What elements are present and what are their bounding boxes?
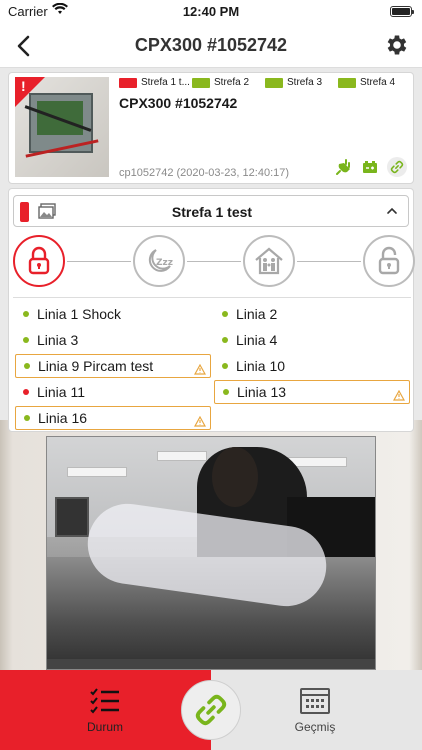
mode-connector <box>67 261 131 262</box>
line-item[interactable]: Linia 13 <box>214 380 410 404</box>
battery-icon <box>363 161 377 173</box>
line-label: Linia 13 <box>237 384 287 400</box>
chevron-up-icon <box>387 207 397 214</box>
line-status-dot <box>222 363 228 369</box>
line-status-dot <box>24 415 30 421</box>
line-item[interactable]: Linia 9 Pircam test <box>15 354 211 378</box>
line-label: Linia 10 <box>236 358 286 374</box>
tab-status[interactable]: Durum <box>55 686 155 734</box>
warning-icon <box>194 416 206 427</box>
line-status-dot <box>23 337 29 343</box>
line-item[interactable]: Linia 16 <box>15 406 211 430</box>
battery-icon <box>390 6 414 17</box>
unlock-icon <box>378 246 400 275</box>
zone-dropdown[interactable]: Strefa 1 test <box>13 195 409 227</box>
device-card[interactable]: ! Strefa 1 t... Strefa 2 Strefa 3 Strefa… <box>8 72 414 184</box>
line-status-dot <box>223 389 229 395</box>
power-plug-icon <box>336 159 350 175</box>
home-family-icon <box>255 247 283 275</box>
line-status-dot <box>23 389 29 395</box>
gear-icon[interactable] <box>384 32 410 58</box>
zone-tag-3: Strefa 3 <box>265 77 322 88</box>
line-item[interactable]: Linia 10 <box>214 354 410 378</box>
calendar-icon <box>300 688 330 714</box>
zone-color-swatch <box>119 77 137 88</box>
zone-label: Strefa 1 t... <box>141 77 190 88</box>
tab-history[interactable]: Geçmiş <box>265 686 365 734</box>
zone-tag-1: Strefa 1 t... <box>119 77 190 88</box>
selected-zone-label: Strefa 1 test <box>171 204 253 220</box>
mode-connector <box>187 261 241 262</box>
link-icon <box>195 694 227 726</box>
tab-history-label: Geçmiş <box>294 720 336 734</box>
mode-disarmed-button[interactable] <box>363 235 415 287</box>
zone-label: Strefa 3 <box>287 77 323 88</box>
mode-armed-button[interactable] <box>13 235 65 287</box>
zone-color-swatch <box>192 77 210 88</box>
mode-connector <box>297 261 361 262</box>
warning-icon <box>393 390 405 401</box>
zone-tag-2: Strefa 2 <box>192 77 249 88</box>
zone-color-swatch <box>338 77 356 88</box>
line-status-dot <box>222 311 228 317</box>
line-label: Linia 1 Shock <box>37 306 122 322</box>
line-label: Linia 11 <box>37 384 86 400</box>
mode-home-button[interactable] <box>243 235 295 287</box>
line-label: Linia 16 <box>38 410 88 426</box>
line-item[interactable]: Linia 4 <box>214 328 410 352</box>
line-status-dot <box>222 337 228 343</box>
page-title: CPX300 #1052742 <box>134 35 288 55</box>
line-item[interactable]: Linia 2 <box>214 302 410 326</box>
device-name: CPX300 #1052742 <box>119 95 238 111</box>
lines-list: Linia 1 Shock Linia 2 Linia 3 Linia 4 Li… <box>13 297 411 431</box>
arming-modes: Zzz <box>13 235 415 289</box>
alert-icon: ! <box>21 78 26 94</box>
zone-color-swatch <box>265 77 283 88</box>
alert-corner-badge <box>15 77 45 107</box>
device-status-icons <box>335 157 407 177</box>
clock: 12:40 PM <box>182 4 240 19</box>
line-status-dot <box>23 311 29 317</box>
line-label: Linia 3 <box>37 332 79 348</box>
mode-night-button[interactable]: Zzz <box>133 235 185 287</box>
zone-label: Strefa 2 <box>214 77 250 88</box>
checklist-icon <box>90 688 119 714</box>
line-item[interactable]: Linia 11 <box>15 380 211 404</box>
tab-bar: Durum Geçmiş <box>0 670 422 750</box>
device-meta: cp1052742 (2020-03-23, 12:40:17) <box>119 167 290 179</box>
zone-label: Strefa 4 <box>360 77 396 88</box>
svg-text:Zzz: Zzz <box>156 258 173 268</box>
line-label: Linia 4 <box>236 332 278 348</box>
link-status-badge <box>387 157 407 177</box>
zone-panel: Strefa 1 test Zzz Linia 1 Shock Linia 2 … <box>8 188 415 432</box>
camera-snapshot[interactable] <box>46 436 376 670</box>
sleep-moon-icon: Zzz <box>148 249 173 272</box>
line-item[interactable]: Linia 3 <box>15 328 211 352</box>
zone-tag-4: Strefa 4 <box>338 77 395 88</box>
nav-bar: CPX300 #1052742 <box>0 24 422 68</box>
warning-icon <box>194 364 206 375</box>
connection-button[interactable] <box>181 680 241 740</box>
lock-icon <box>28 246 50 275</box>
line-item[interactable]: Linia 1 Shock <box>15 302 211 326</box>
tab-status-label: Durum <box>86 720 123 734</box>
link-icon <box>390 160 404 174</box>
status-bar: Carrier 12:40 PM <box>0 0 422 24</box>
line-label: Linia 9 Pircam test <box>38 358 154 374</box>
line-status-dot <box>24 363 30 369</box>
line-label: Linia 2 <box>236 306 278 322</box>
